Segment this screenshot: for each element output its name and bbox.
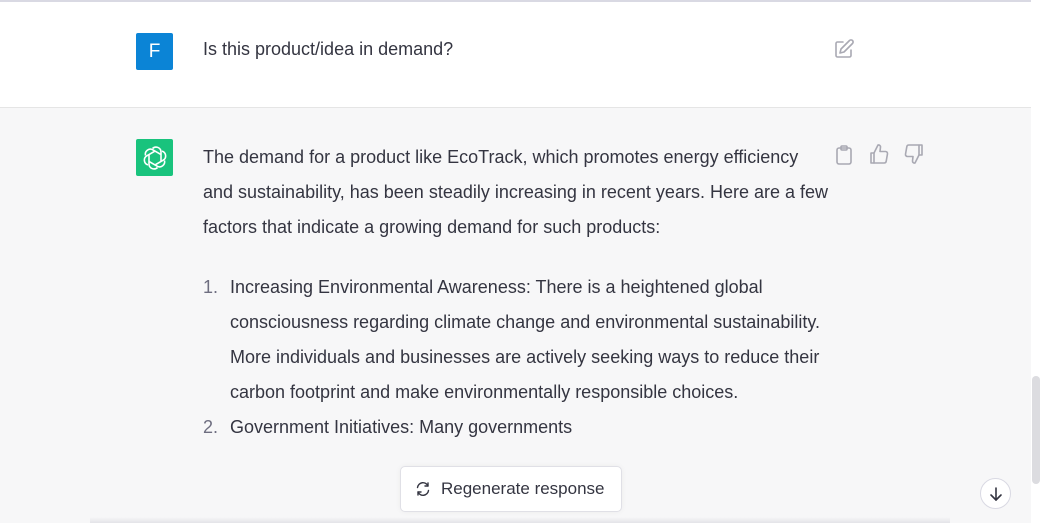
answer-intro: The demand for a product like EcoTrack, …	[203, 147, 829, 237]
scrollbar-thumb[interactable]	[1032, 376, 1040, 484]
copy-button[interactable]	[834, 144, 854, 166]
thumbs-up-button[interactable]	[868, 143, 890, 165]
openai-logo-icon	[143, 145, 166, 170]
assistant-message-row: The demand for a product like EcoTrack, …	[0, 108, 1031, 523]
thumbs-down-icon	[904, 144, 923, 164]
user-message-row: F Is this product/idea in demand?	[0, 2, 1031, 108]
user-avatar: F	[136, 33, 173, 70]
assistant-avatar	[136, 139, 173, 176]
regenerate-response-button[interactable]: Regenerate response	[400, 466, 622, 512]
refresh-icon	[416, 482, 430, 496]
thumbs-down-button[interactable]	[903, 143, 925, 165]
list-item: 2. Government Initiatives: Many governme…	[203, 410, 828, 445]
list-item: 1. Increasing Environmental Awareness: T…	[203, 270, 828, 410]
arrow-down-icon	[989, 486, 1002, 501]
clipboard-icon	[836, 145, 852, 165]
list-item-text: Government Initiatives: Many governments	[230, 417, 573, 437]
edit-icon	[835, 39, 854, 58]
user-message-text: Is this product/idea in demand?	[203, 39, 454, 59]
input-area-shadow	[90, 517, 950, 523]
assistant-message-body: The demand for a product like EcoTrack, …	[203, 140, 828, 445]
list-item-number: 2.	[203, 417, 219, 437]
factor-list: 1. Increasing Environmental Awareness: T…	[203, 270, 828, 445]
thumbs-up-icon	[870, 144, 889, 164]
list-item-text: Increasing Environmental Awareness: Ther…	[230, 277, 821, 402]
list-item-number: 1.	[203, 277, 219, 297]
edit-message-button[interactable]	[833, 38, 855, 60]
regenerate-label: Regenerate response	[441, 479, 605, 498]
scroll-to-bottom-button[interactable]	[980, 478, 1011, 509]
